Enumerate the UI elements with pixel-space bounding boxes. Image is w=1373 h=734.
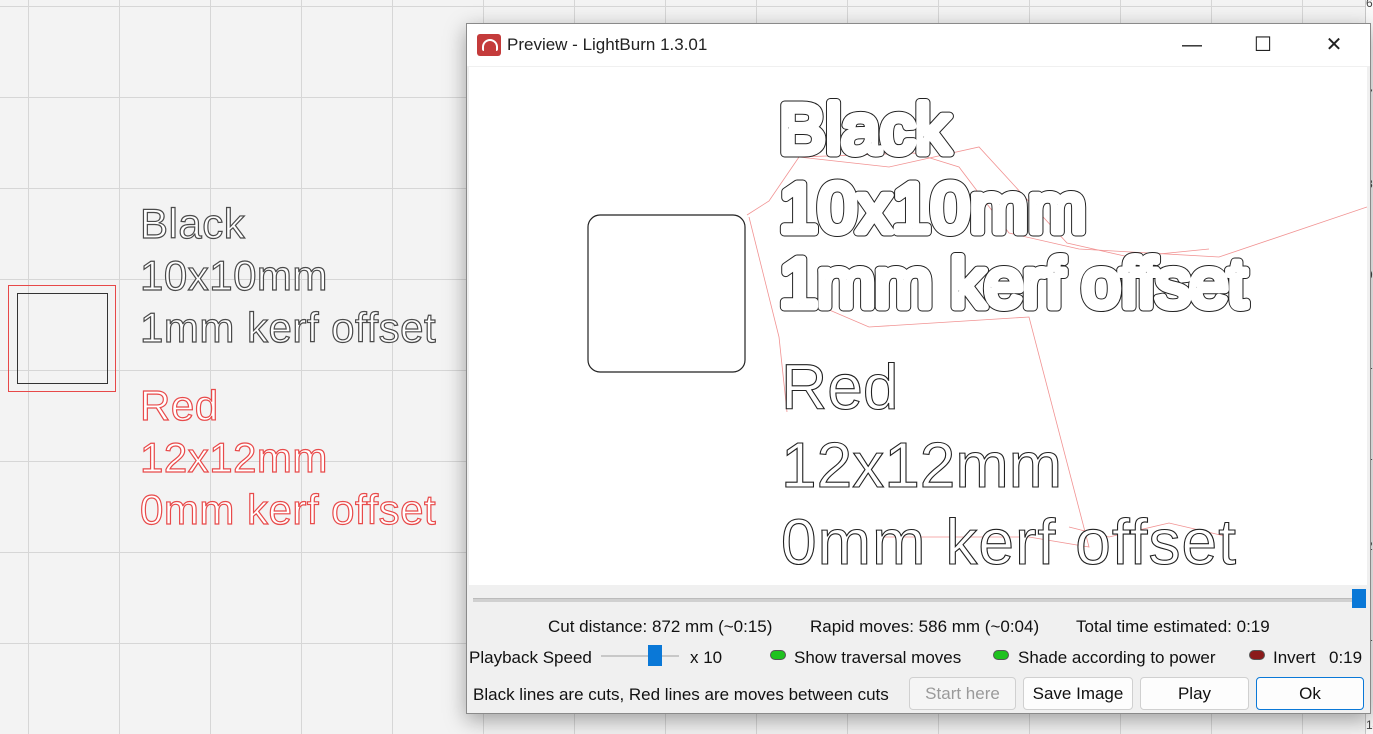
- preview-square: [587, 214, 746, 373]
- workspace-text-size[interactable]: 10x10mm: [139, 251, 328, 300]
- ruler-number: 6: [1366, 0, 1373, 10]
- lightburn-logo-icon: [477, 34, 501, 56]
- start-here-button[interactable]: Start here: [909, 677, 1016, 710]
- preview-red-line-2: 12x12mm: [781, 429, 1062, 501]
- playback-speed-label: Playback Speed: [469, 648, 592, 667]
- minimize-button[interactable]: —: [1157, 24, 1227, 66]
- workspace-text-kerf[interactable]: 1mm kerf offset: [139, 303, 436, 352]
- rapid-moves-text: Rapid moves: 586 mm (~0:04): [810, 617, 1040, 636]
- title-bar[interactable]: Preview - LightBurn 1.3.01 — ☐ ✕: [467, 24, 1370, 66]
- playback-speed-slider[interactable]: [601, 655, 679, 657]
- workspace-black-square[interactable]: [17, 293, 108, 384]
- maximize-button[interactable]: ☐: [1228, 24, 1298, 66]
- play-button[interactable]: Play: [1140, 677, 1249, 710]
- scrubber-track[interactable]: [473, 598, 1353, 602]
- playback-multiplier: x 10: [690, 648, 723, 667]
- cut-distance-text: Cut distance: 872 mm (~0:15): [548, 617, 773, 636]
- scrubber-handle[interactable]: [1352, 589, 1366, 608]
- preview-window: Preview - LightBurn 1.3.01 — ☐ ✕ Black B…: [466, 23, 1371, 714]
- ok-button[interactable]: Ok: [1256, 677, 1364, 710]
- show-traversal-label[interactable]: Show traversal moves: [794, 648, 961, 668]
- shade-power-label[interactable]: Shade according to power: [1018, 648, 1216, 668]
- preview-red-line-1: Red: [781, 351, 898, 423]
- ruler-number: 14: [1366, 718, 1373, 732]
- invert-toggle[interactable]: [1249, 650, 1265, 660]
- legend-hint: Black lines are cuts, Red lines are move…: [473, 685, 889, 704]
- save-image-button[interactable]: Save Image: [1023, 677, 1133, 710]
- preview-scrubber[interactable]: [469, 585, 1367, 611]
- workspace-text-black[interactable]: Black: [139, 199, 245, 248]
- total-time-text: Total time estimated: 0:19: [1076, 617, 1270, 636]
- invert-label[interactable]: Invert: [1273, 648, 1316, 668]
- workspace-text-red-kerf[interactable]: 0mm kerf offset: [139, 485, 436, 534]
- playback-speed-handle[interactable]: [648, 645, 662, 666]
- elapsed-time: 0:19: [1329, 648, 1363, 667]
- workspace-text-red-size[interactable]: 12x12mm: [139, 433, 328, 482]
- preview-black-line-3-inner: 1mm kerf offset: [779, 244, 1247, 322]
- preview-red-line-3: 0mm kerf offset: [781, 506, 1236, 578]
- close-button[interactable]: ✕: [1299, 24, 1369, 66]
- preview-black-line-1-inner: Black: [779, 90, 951, 168]
- preview-black-line-2-inner: 10x10mm: [779, 169, 1086, 247]
- preview-drawing: Black Black 10x10mm 10x10mm 1mm kerf off…: [587, 86, 1367, 579]
- preview-canvas[interactable]: Black Black 10x10mm 10x10mm 1mm kerf off…: [469, 67, 1367, 585]
- window-title: Preview - LightBurn 1.3.01: [507, 35, 708, 54]
- workspace-text-red[interactable]: Red: [139, 381, 218, 430]
- shade-power-toggle[interactable]: [993, 650, 1009, 660]
- show-traversal-toggle[interactable]: [770, 650, 786, 660]
